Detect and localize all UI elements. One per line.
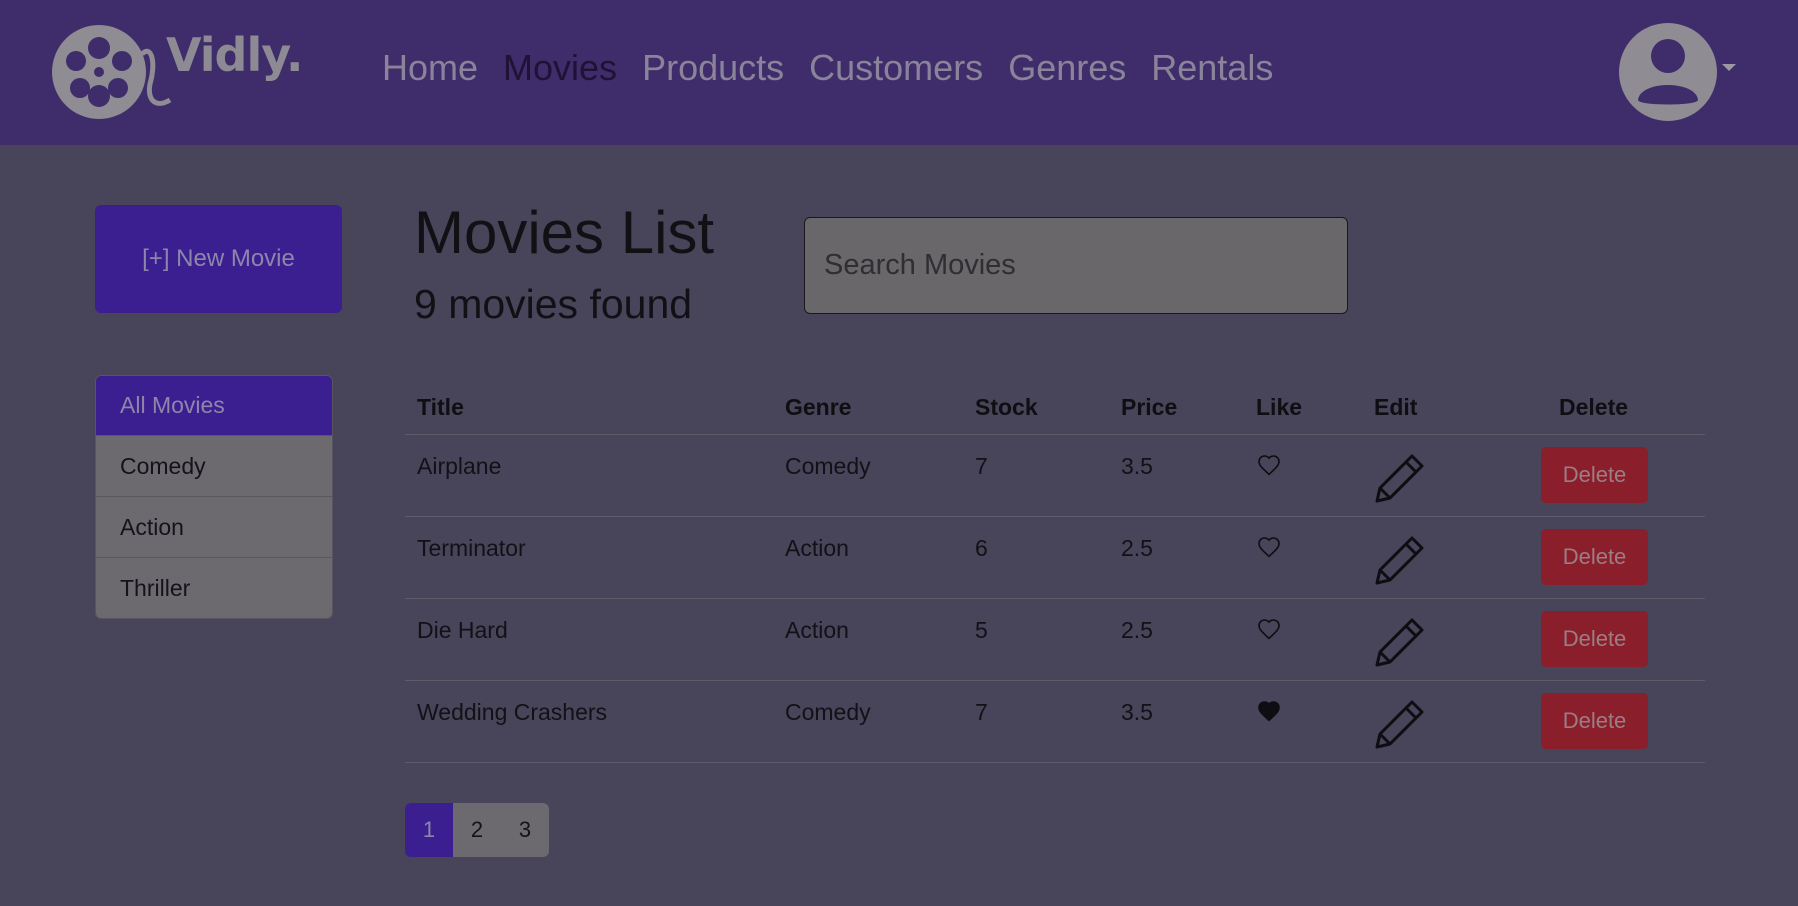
nav-link-movies[interactable]: Movies [503,44,617,92]
navbar: Vidly. Home Movies Products Customers Genres… [0,0,1798,145]
column-header-stock[interactable]: Stock [975,394,1038,421]
column-header-price[interactable]: Price [1121,394,1177,421]
heart-outline-icon[interactable] [1256,453,1282,477]
pencil-icon[interactable] [1374,534,1426,586]
cell-stock: 7 [975,453,988,479]
movies-table: Title Genre Stock Price Like Edit Delete… [405,378,1705,763]
column-header-like: Like [1256,394,1303,420]
cell-price: 2.5 [1121,535,1153,561]
page-button-3[interactable]: 3 [501,803,549,857]
new-movie-button[interactable]: [+] New Movie [95,205,342,313]
heart-outline-icon[interactable] [1256,535,1282,559]
delete-button[interactable]: Delete [1541,447,1648,503]
heart-filled-icon[interactable] [1256,699,1282,723]
genre-item-comedy[interactable]: Comedy [96,435,332,496]
genre-filter-list: All Movies Comedy Action Thriller [95,375,333,619]
brand[interactable]: Vidly. [52,24,303,124]
genre-item-all-movies[interactable]: All Movies [96,376,332,435]
cell-genre: Action [785,617,849,643]
column-header-genre[interactable]: Genre [785,394,851,421]
cell-genre: Action [785,535,849,561]
cell-genre: Comedy [785,699,871,725]
table-row: Airplane Comedy 7 3.5 Delete [405,435,1705,517]
delete-button[interactable]: Delete [1541,611,1648,667]
cell-title[interactable]: Terminator [417,535,526,562]
table-header: Title Genre Stock Price Like Edit Delete [405,378,1705,435]
genre-item-action[interactable]: Action [96,496,332,557]
pencil-icon[interactable] [1374,452,1426,504]
user-avatar-icon[interactable] [1618,22,1718,122]
pencil-icon[interactable] [1374,616,1426,668]
cell-stock: 5 [975,617,988,643]
cell-title[interactable]: Die Hard [417,617,508,644]
cell-price: 2.5 [1121,617,1153,643]
search-input[interactable] [804,217,1348,314]
movie-count: 9 movies found [414,281,693,327]
table-body: Airplane Comedy 7 3.5 Delete Terminator Action… [405,435,1705,763]
cell-stock: 6 [975,535,988,561]
main-nav: Home Movies Products Customers Genres Rentals [382,44,1298,92]
cell-title[interactable]: Airplane [417,453,501,480]
nav-link-home[interactable]: Home [382,44,478,92]
table-row: Wedding Crashers Comedy 7 3.5 Delete [405,681,1705,763]
chevron-down-icon[interactable] [1722,64,1736,71]
nav-link-genres[interactable]: Genres [1008,44,1126,92]
genre-item-thriller[interactable]: Thriller [96,557,332,618]
table-row: Die Hard Action 5 2.5 Delete [405,599,1705,681]
cell-genre: Comedy [785,453,871,479]
delete-button[interactable]: Delete [1541,529,1648,585]
table-row: Terminator Action 6 2.5 Delete [405,517,1705,599]
column-header-title[interactable]: Title [417,394,464,421]
cell-price: 3.5 [1121,453,1153,479]
page-title: Movies List [414,199,715,266]
pencil-icon[interactable] [1374,698,1426,750]
nav-link-rentals[interactable]: Rentals [1151,44,1273,92]
nav-link-products[interactable]: Products [642,44,784,92]
column-header-delete: Delete [1559,394,1629,420]
cell-stock: 7 [975,699,988,725]
brand-name: Vidly. [166,28,303,82]
nav-link-customers[interactable]: Customers [809,44,983,92]
page-button-1[interactable]: 1 [405,803,453,857]
pagination: 123 [405,803,549,857]
page-button-2[interactable]: 2 [453,803,501,857]
cell-title[interactable]: Wedding Crashers [417,699,607,726]
heart-outline-icon[interactable] [1256,617,1282,641]
film-reel-icon [52,25,172,119]
cell-price: 3.5 [1121,699,1153,725]
column-header-edit: Edit [1374,394,1418,420]
delete-button[interactable]: Delete [1541,693,1648,749]
